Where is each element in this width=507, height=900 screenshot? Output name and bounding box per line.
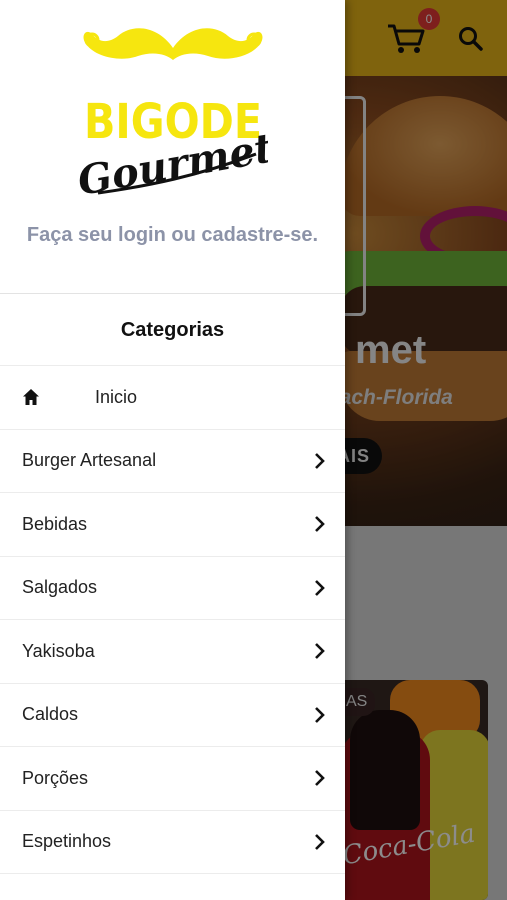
chevron-right-icon: [315, 452, 325, 469]
chevron-right-icon: [315, 579, 325, 596]
home-icon: [23, 389, 39, 406]
menu-item-label: Salgados: [22, 577, 98, 598]
menu-item-label: Porções: [22, 767, 89, 788]
categories-heading: Categorias: [0, 294, 345, 366]
chevron-right-icon: [315, 833, 325, 850]
menu-item-porcoes[interactable]: Porções: [0, 747, 345, 811]
menu-item-label: Bebidas: [22, 513, 88, 534]
chevron-right-icon: [315, 516, 325, 533]
menu-item-home[interactable]: Inicio: [0, 366, 345, 430]
navigation-drawer: BIGODE Gourmet Faça seu login ou cadastr…: [0, 0, 345, 900]
menu-item-espetinhos[interactable]: Espetinhos: [0, 811, 345, 874]
chevron-right-icon: [315, 706, 325, 723]
chevron-right-icon: [315, 770, 325, 787]
menu-item-bebidas[interactable]: Bebidas: [0, 493, 345, 557]
menu-item-label: Inicio: [95, 386, 138, 407]
bigode-gourmet-logo: BIGODE Gourmet: [78, 28, 268, 198]
menu-item-caldos[interactable]: Caldos: [0, 684, 345, 747]
menu-item-yakisoba[interactable]: Yakisoba: [0, 620, 345, 684]
menu-item-label: Yakisoba: [22, 640, 95, 661]
menu-item-label: Espetinhos: [22, 831, 112, 852]
menu-item-label: Burger Artesanal: [22, 450, 157, 471]
drawer-header: BIGODE Gourmet Faça seu login ou cadastr…: [0, 0, 345, 294]
login-prompt-link[interactable]: Faça seu login ou cadastre-se.: [0, 224, 345, 247]
menu-item-burger-artesanal[interactable]: Burger Artesanal: [0, 430, 345, 493]
menu-item-label: Caldos: [22, 704, 79, 725]
menu-item-salgados[interactable]: Salgados: [0, 557, 345, 620]
chevron-right-icon: [315, 643, 325, 660]
